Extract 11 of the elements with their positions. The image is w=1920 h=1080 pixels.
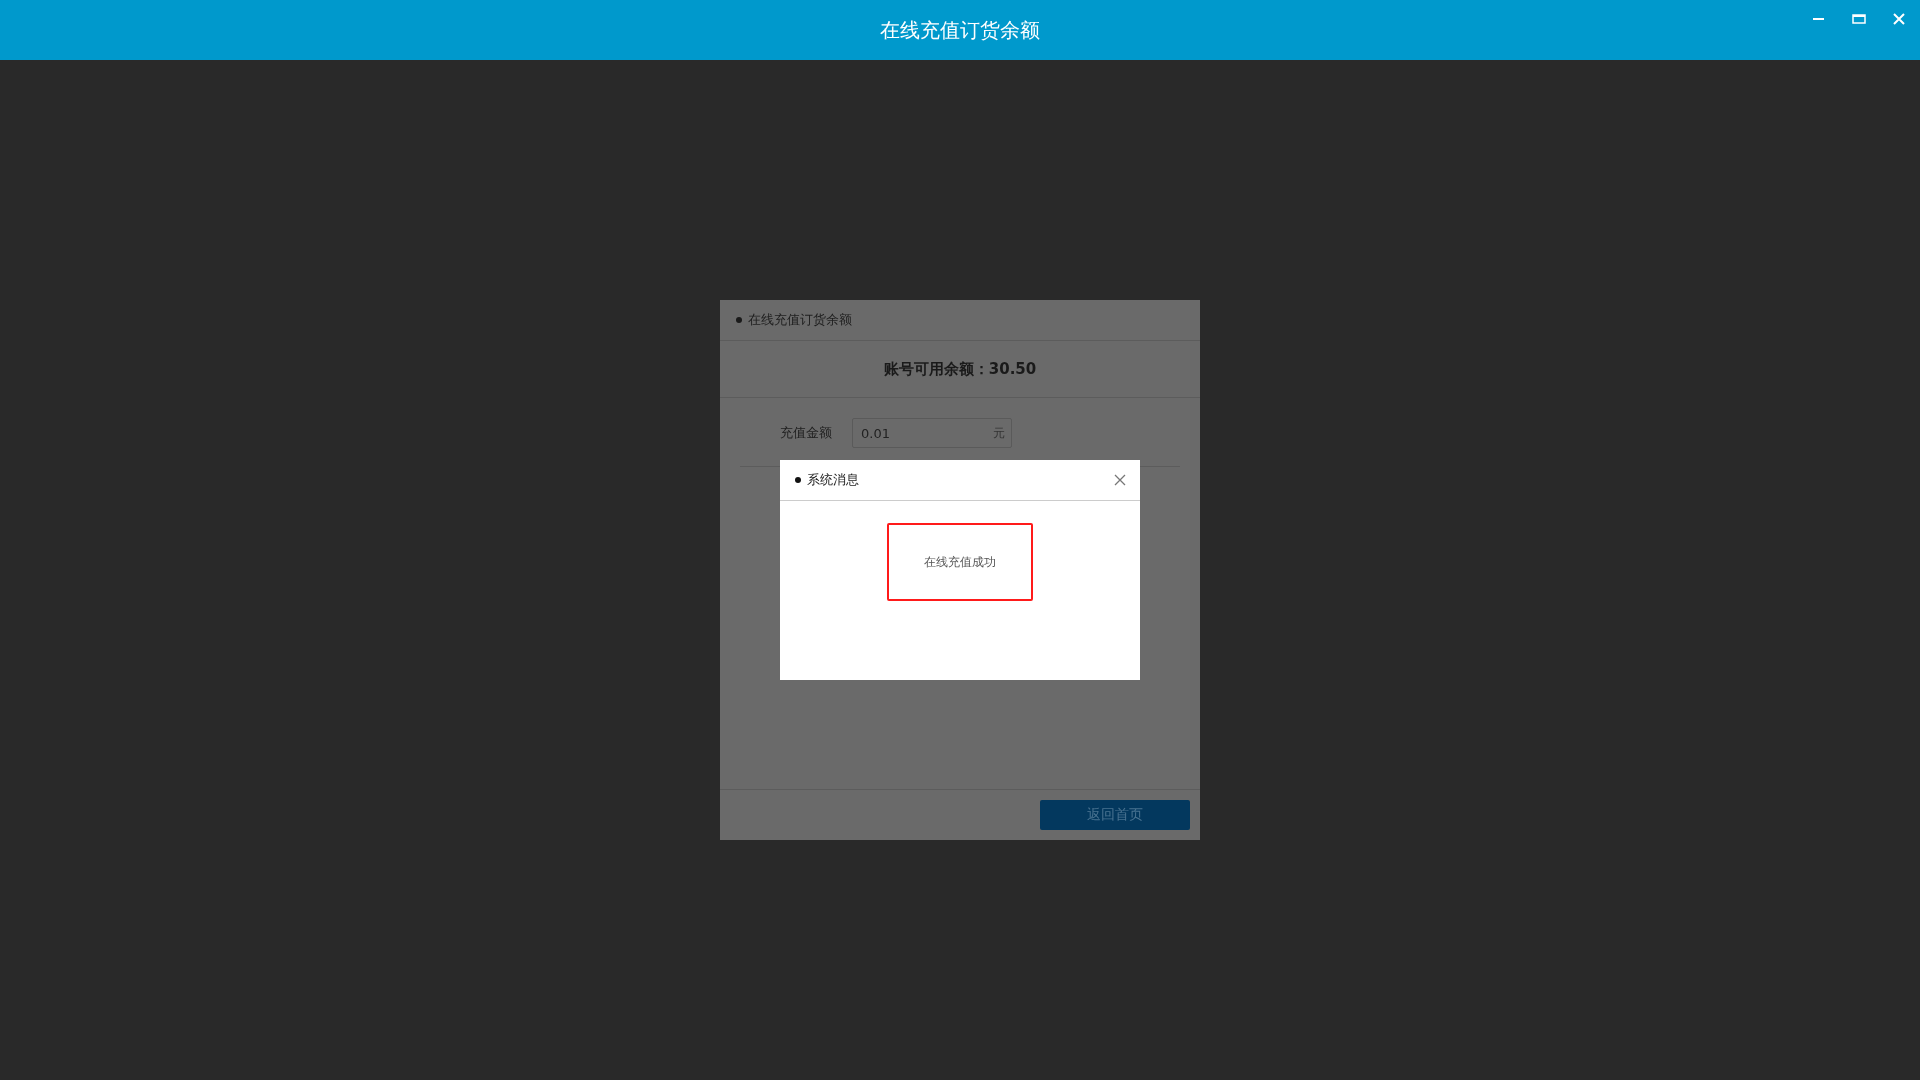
maximize-icon[interactable] [1852, 12, 1866, 26]
amount-label: 充值金额 [780, 424, 832, 442]
panel-title: 在线充值订货余额 [748, 311, 852, 329]
close-icon[interactable] [1114, 474, 1126, 486]
balance-text: 账号可用余额：30.50 [883, 359, 1037, 379]
bullet-icon [736, 317, 742, 323]
window-title: 在线充值订货余额 [880, 16, 1040, 44]
dialog-title: 系统消息 [807, 471, 859, 489]
return-home-button[interactable]: 返回首页 [1040, 800, 1190, 830]
bullet-icon [795, 477, 801, 483]
success-message: 在线充值成功 [924, 553, 996, 571]
